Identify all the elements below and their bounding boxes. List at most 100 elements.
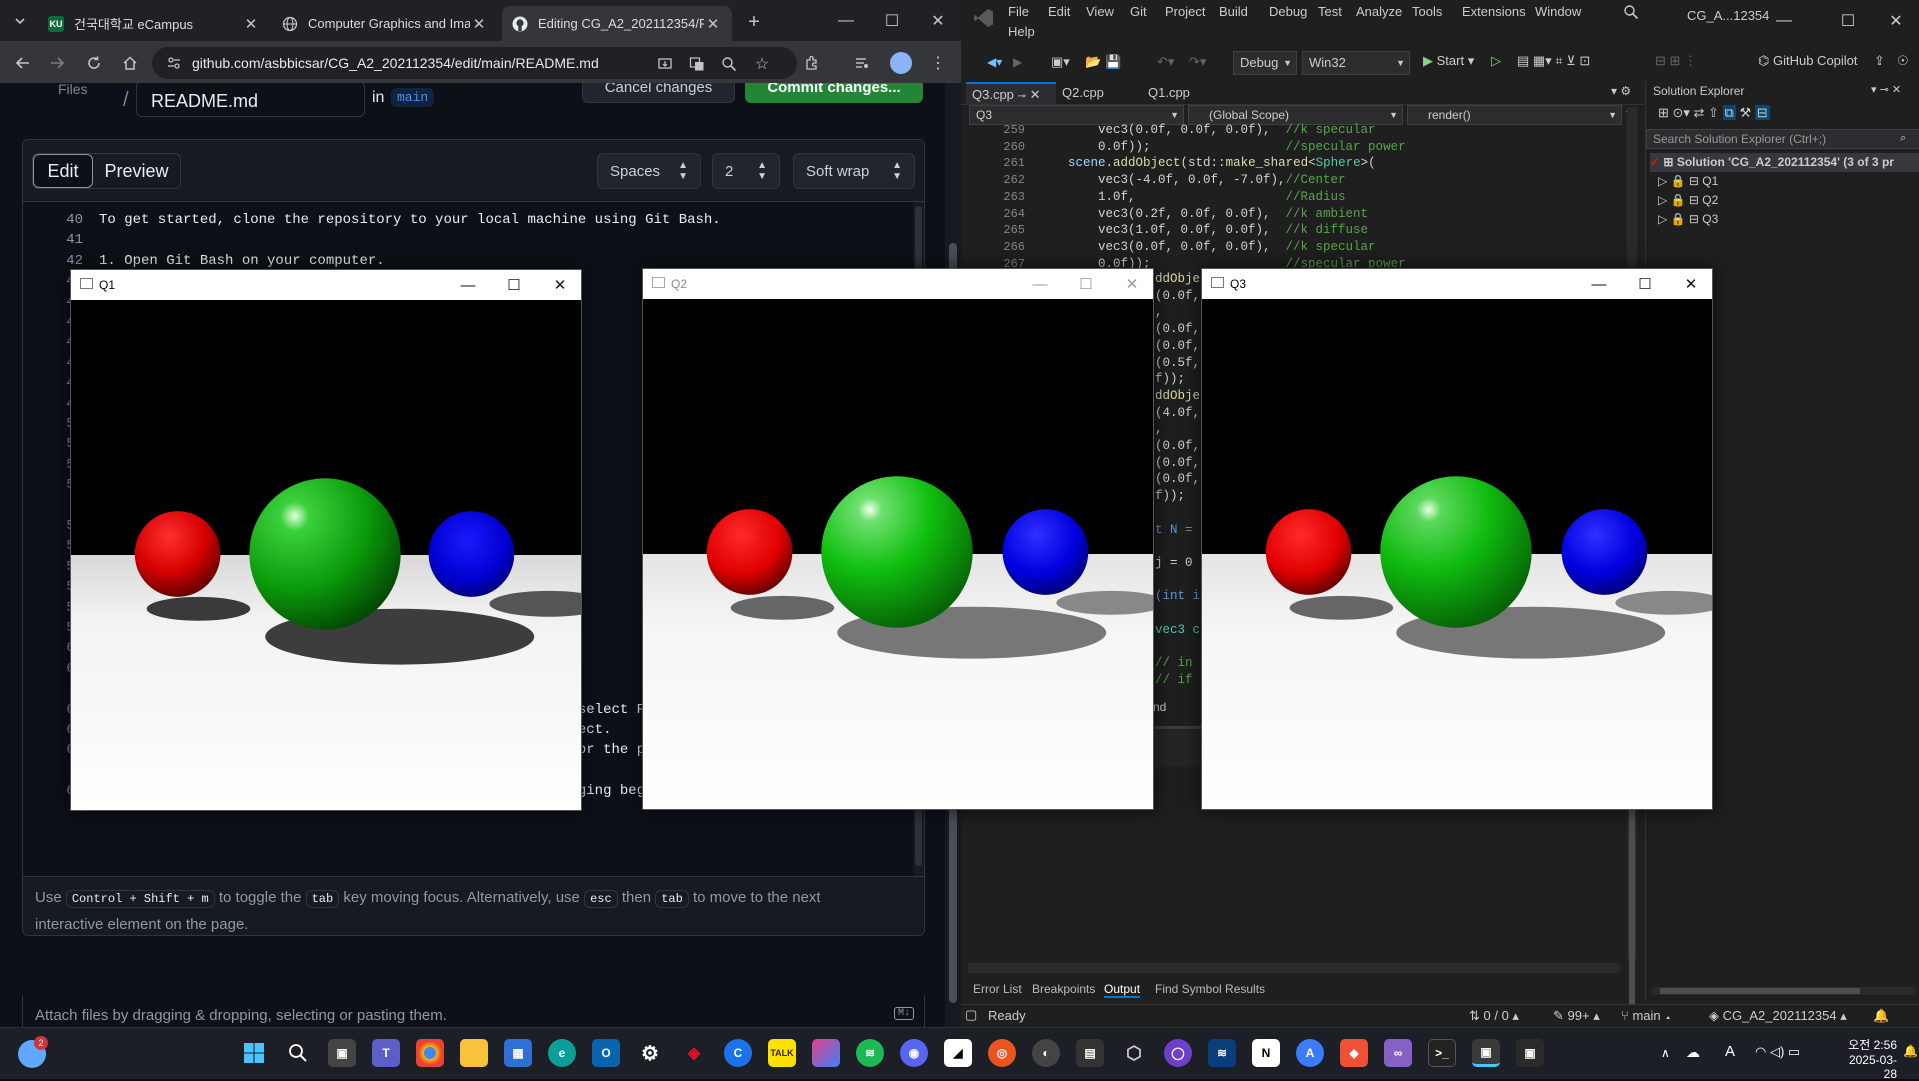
feedback-icon[interactable]: ☉ bbox=[1897, 53, 1909, 69]
bookmark-star-icon[interactable]: ☆ bbox=[752, 54, 772, 74]
install-app-icon[interactable] bbox=[655, 54, 675, 74]
input-language-indicator[interactable]: A bbox=[1725, 1043, 1735, 1060]
render-window-q3[interactable]: Q3 — ☐ ✕ bbox=[1201, 268, 1713, 810]
wrap-mode-select[interactable]: Soft wrap ▲ ▼ bbox=[793, 153, 915, 189]
edits-indicator[interactable]: ✎ 99+ ▴ bbox=[1553, 1008, 1600, 1024]
visual-studio-icon[interactable]: ∞ bbox=[1384, 1039, 1412, 1067]
maximize-icon[interactable]: ☐ bbox=[1622, 269, 1668, 299]
file-explorer-icon[interactable] bbox=[460, 1039, 488, 1067]
vs-horizontal-scrollbar[interactable] bbox=[968, 963, 1620, 973]
notification-bell-icon[interactable]: 🔔 bbox=[1903, 1044, 1918, 1058]
ms-store-icon[interactable]: ▦ bbox=[504, 1039, 532, 1067]
filename-input[interactable]: README.md bbox=[136, 83, 365, 117]
close-icon[interactable]: ✕ bbox=[537, 270, 581, 300]
unity-icon[interactable]: ⬡ bbox=[1120, 1039, 1148, 1067]
reload-icon[interactable] bbox=[80, 49, 108, 77]
project-node-q3[interactable]: ▷ 🔒 ⊟ Q3 bbox=[1658, 210, 1718, 229]
start-without-debugging-icon[interactable]: ▷ bbox=[1491, 53, 1501, 69]
maximize-icon[interactable]: ☐ bbox=[491, 270, 537, 300]
tab-github-editing[interactable]: Editing CG_A2_202112354/RE ✕ bbox=[502, 6, 732, 41]
solution-search-input[interactable]: Search Solution Explorer (Ctrl+;) bbox=[1646, 129, 1919, 149]
pin-icon[interactable]: ⊸ bbox=[1018, 91, 1026, 102]
onedrive-cloud-icon[interactable]: ☁ bbox=[1686, 1044, 1700, 1061]
indent-mode-select[interactable]: Spaces ▲ ▼ bbox=[597, 153, 701, 189]
solution-node[interactable]: ✓ ⊞ Solution 'CG_A2_202112354' (3 of 3 p… bbox=[1650, 153, 1919, 172]
media-controls-icon[interactable] bbox=[848, 49, 876, 77]
tab-computer-graphics[interactable]: Computer Graphics and Imag ✕ bbox=[272, 6, 498, 41]
branch-indicator[interactable]: ⑂ main ▴ bbox=[1621, 1008, 1672, 1023]
extensions-puzzle-icon[interactable] bbox=[798, 49, 826, 77]
solution-scrollbar[interactable] bbox=[1652, 987, 1916, 995]
menu-view[interactable]: View bbox=[1086, 0, 1114, 24]
menu-debug[interactable]: Debug bbox=[1269, 0, 1307, 24]
home-icon[interactable] bbox=[116, 49, 144, 77]
attach-files-area[interactable]: Attach files by dragging & dropping, sel… bbox=[22, 995, 925, 1027]
start-debugging-button[interactable]: ▶ Start ▾ bbox=[1423, 53, 1474, 69]
tab-ecampus[interactable]: KU 건국대학교 eCampus ✕ bbox=[38, 6, 270, 41]
start-windows-icon[interactable] bbox=[240, 1039, 268, 1067]
nav-forward-icon[interactable]: ▶ bbox=[1013, 55, 1022, 69]
notion-icon[interactable]: N bbox=[1252, 1039, 1280, 1067]
render-window-q1[interactable]: Q1 — ☐ ✕ bbox=[70, 269, 582, 811]
app-icon-navy[interactable]: ≋ bbox=[1208, 1039, 1236, 1067]
cancel-changes-button[interactable]: Cancel changes bbox=[582, 83, 735, 103]
redo-icon[interactable]: ↷▾ bbox=[1189, 54, 1206, 70]
tray-overflow-icon[interactable]: ∧ bbox=[1661, 1046, 1670, 1060]
close-icon[interactable]: ✕ bbox=[1668, 269, 1712, 299]
notepad-icon[interactable]: ▤ bbox=[1076, 1039, 1104, 1067]
menu-project[interactable]: Project bbox=[1165, 0, 1205, 24]
ubuntu-icon[interactable]: ◎ bbox=[988, 1039, 1016, 1067]
git-changes[interactable]: ⇅ 0 / 0 ▴ bbox=[1469, 1008, 1519, 1024]
tab-q1-cpp[interactable]: Q1.cpp bbox=[1142, 82, 1196, 104]
close-icon[interactable]: ✕ bbox=[470, 15, 488, 33]
edge-icon[interactable]: e bbox=[548, 1039, 576, 1067]
maximize-icon[interactable]: ☐ bbox=[869, 0, 915, 41]
outlook-icon[interactable]: O bbox=[592, 1039, 620, 1067]
maximize-icon[interactable]: ☐ bbox=[1063, 269, 1109, 299]
close-icon[interactable]: ✕ bbox=[704, 15, 722, 33]
menu-tools[interactable]: Tools bbox=[1412, 0, 1442, 24]
repo-indicator[interactable]: ◈ CG_A2_202112354 ▴ bbox=[1709, 1008, 1847, 1024]
task-view-icon[interactable]: ▣ bbox=[328, 1039, 356, 1067]
translate-icon[interactable] bbox=[687, 54, 707, 74]
menu-extensions[interactable]: Extensions bbox=[1462, 0, 1526, 24]
close-icon[interactable]: ✕ bbox=[242, 15, 260, 33]
solution-toolbar-icons[interactable]: ⊞ ⊙▾ ⇄ ⇧ ⧉ ⚒ ⊟ bbox=[1658, 105, 1770, 121]
search-icon[interactable]: ⌕ bbox=[1900, 132, 1906, 145]
new-item-icon[interactable]: ▣▾ bbox=[1051, 54, 1070, 70]
close-window-icon[interactable]: ✕ bbox=[1873, 0, 1919, 41]
github-copilot-button[interactable]: ⌬ GitHub Copilot bbox=[1758, 53, 1858, 69]
site-info-icon[interactable] bbox=[166, 55, 182, 71]
close-icon[interactable]: ✕ bbox=[1030, 87, 1041, 102]
search-icon[interactable] bbox=[1623, 4, 1639, 25]
menu-test[interactable]: Test bbox=[1318, 0, 1342, 24]
render-window-q2[interactable]: Q2 — ☐ ✕ bbox=[642, 268, 1154, 810]
tab-preview[interactable]: Preview bbox=[93, 154, 180, 188]
branch-badge[interactable]: main bbox=[391, 88, 435, 107]
wifi-volume-battery-icons[interactable]: ◠ ◁) ▭ bbox=[1755, 1044, 1800, 1060]
maximize-icon[interactable]: ☐ bbox=[1825, 0, 1871, 41]
address-bar[interactable]: github.com/asbbicsar/CG_A2_202112354/edi… bbox=[152, 47, 797, 79]
save-icon[interactable]: 💾 bbox=[1105, 54, 1121, 70]
back-arrow-icon[interactable] bbox=[9, 49, 37, 77]
project-node-q1[interactable]: ▷ 🔒 ⊟ Q1 bbox=[1658, 172, 1718, 191]
menu-analyze[interactable]: Analyze bbox=[1356, 0, 1402, 24]
open-folder-icon[interactable]: 📂 bbox=[1085, 54, 1101, 70]
bottom-tab-output[interactable]: Output bbox=[1104, 982, 1141, 998]
minimize-icon[interactable]: — bbox=[1761, 0, 1807, 41]
zoom-icon[interactable] bbox=[719, 54, 739, 74]
m365-icon[interactable] bbox=[812, 1039, 840, 1067]
kakaotalk-icon[interactable]: TALK bbox=[768, 1039, 796, 1067]
kebab-menu-icon[interactable]: ⋮ bbox=[924, 49, 952, 77]
output-window-icon[interactable]: ▢ bbox=[965, 1007, 977, 1023]
member-combo[interactable]: render() ▼ bbox=[1407, 105, 1622, 125]
bottom-tab-find-symbol-results[interactable]: Find Symbol Results bbox=[1155, 982, 1265, 996]
app-icon-red[interactable]: ◈ bbox=[680, 1039, 708, 1067]
bottom-tab-breakpoints[interactable]: Breakpoints bbox=[1032, 982, 1095, 996]
clock[interactable]: 오전 2:56 2025-03-28 bbox=[1837, 1036, 1897, 1081]
chrome-icon[interactable] bbox=[416, 1039, 444, 1067]
discord-icon[interactable]: ◉ bbox=[900, 1039, 928, 1067]
menu-window[interactable]: Window bbox=[1535, 0, 1581, 24]
close-window-icon[interactable]: ✕ bbox=[915, 0, 961, 41]
git-icon[interactable]: ◆ bbox=[1340, 1039, 1368, 1067]
